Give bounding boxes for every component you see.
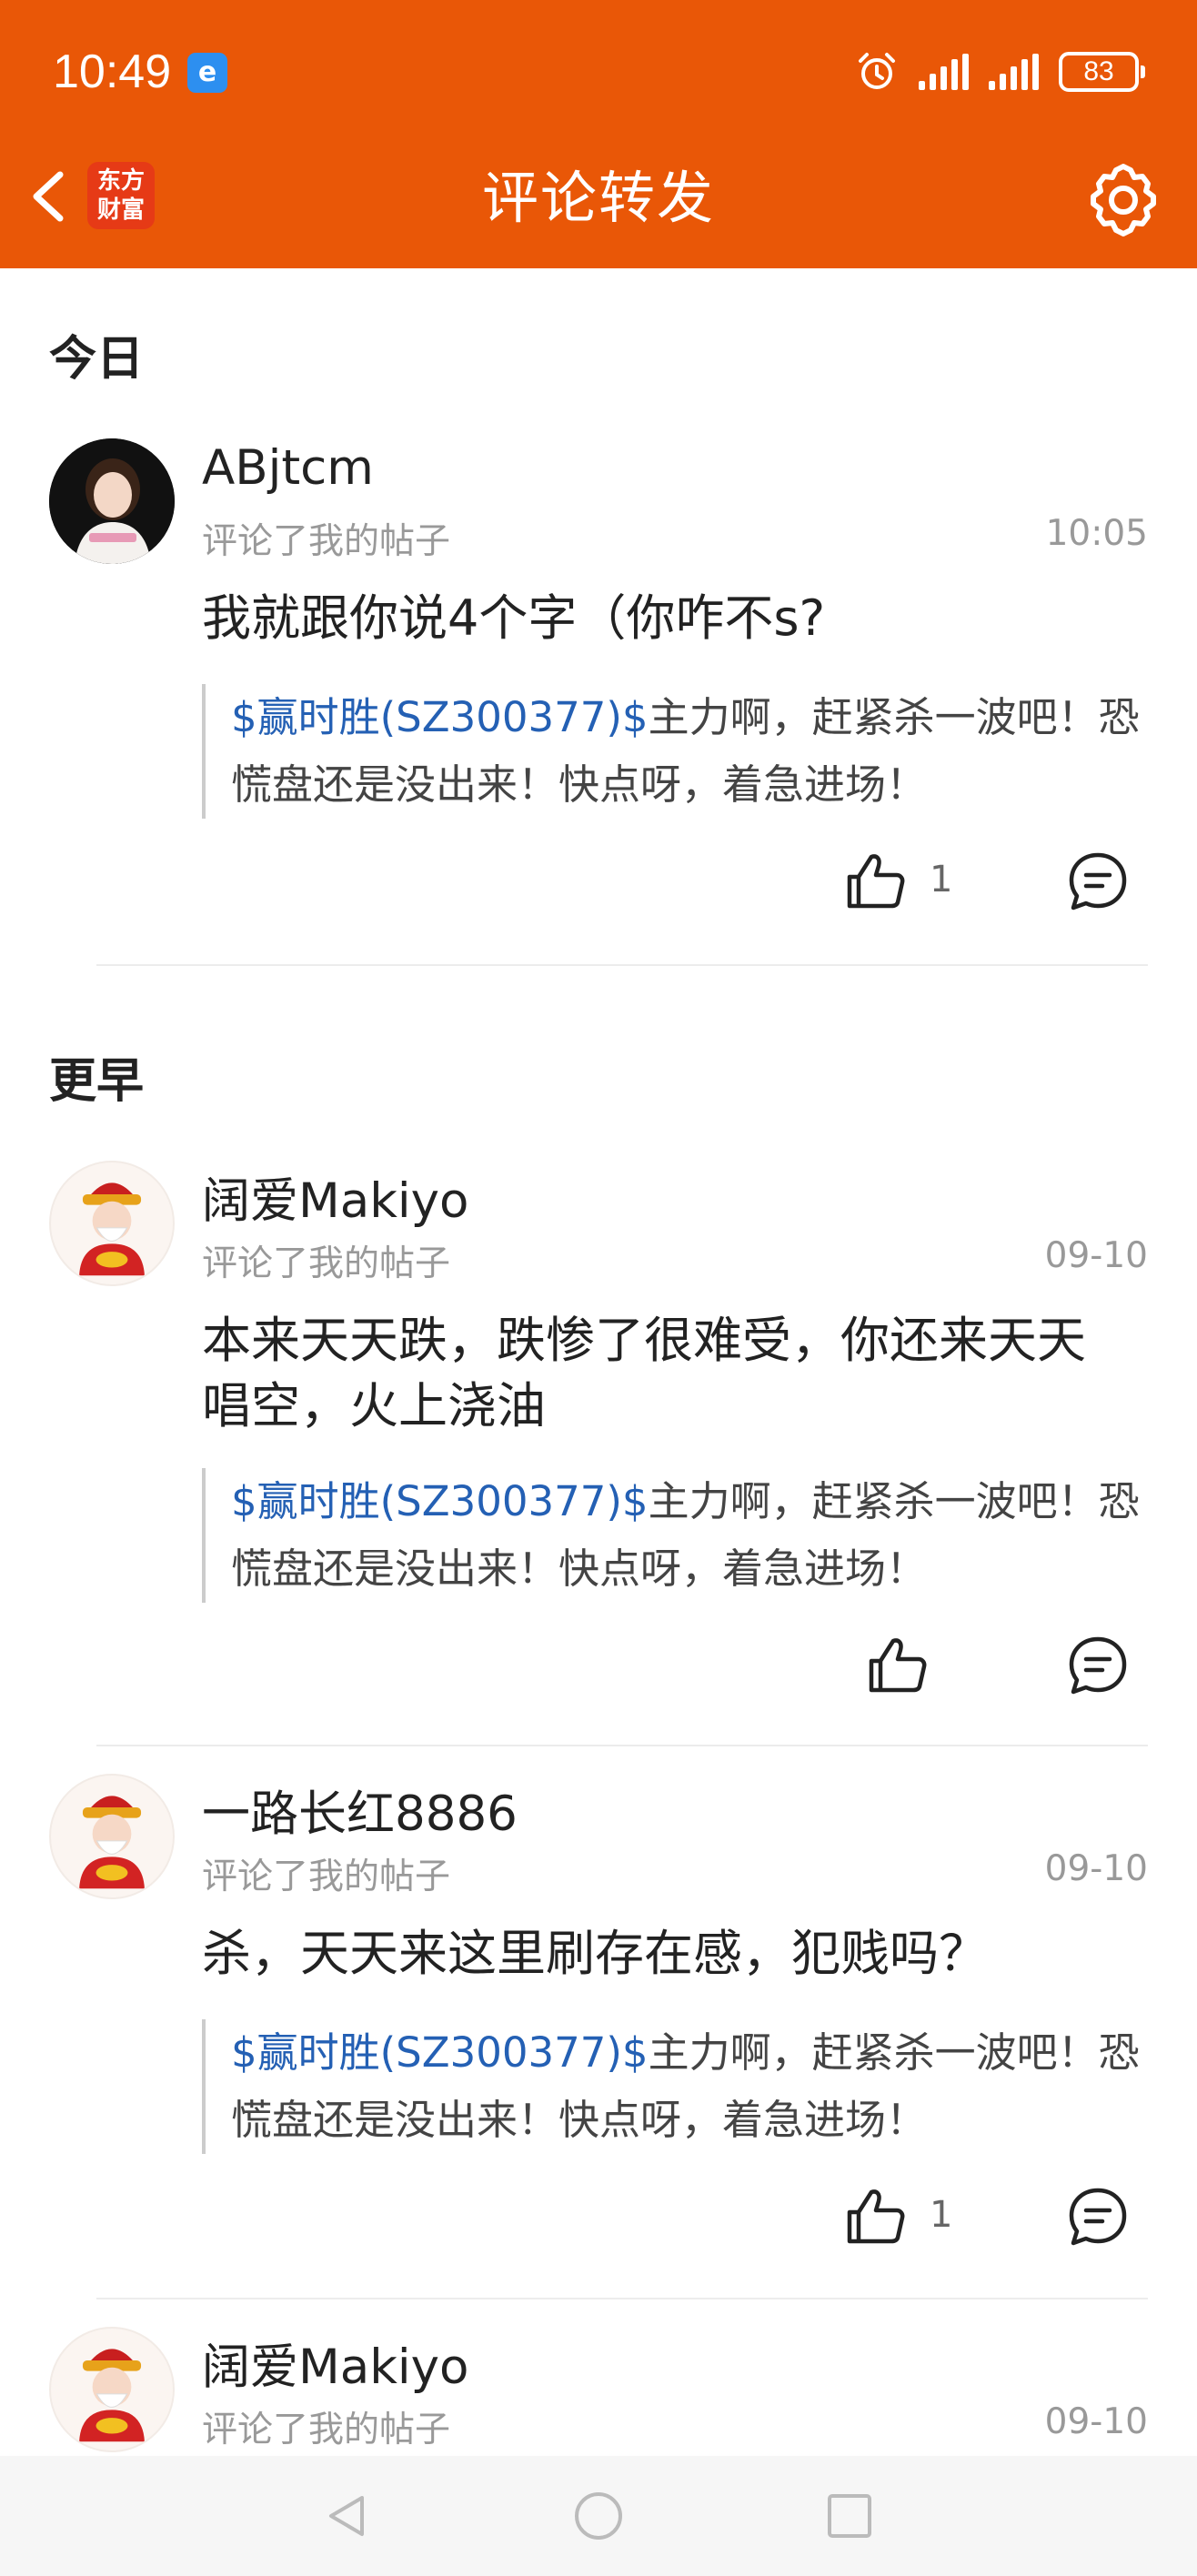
gear-icon[interactable] — [1082, 159, 1164, 241]
comment-text: 我就跟你说4个字（你咋不s? — [202, 589, 826, 647]
quoted-post[interactable]: $赢时胜(SZ300377)$主力啊，赶紧杀一波吧！恐慌盘还是没出来！快点呀，着… — [202, 1468, 1148, 1603]
comment-bubble-icon[interactable] — [1066, 850, 1130, 913]
timestamp: 09-10 — [1044, 1848, 1148, 1889]
section-today: 今日 — [49, 332, 145, 387]
stock-link[interactable]: $赢时胜(SZ300377)$ — [231, 1477, 649, 1525]
thumbs-up-icon[interactable] — [844, 2185, 908, 2249]
alarm-icon — [859, 53, 895, 89]
username[interactable]: 阔爱Makiyo — [202, 2329, 468, 2398]
quoted-post[interactable]: $赢时胜(SZ300377)$主力啊，赶紧杀一波吧！恐慌盘还是没出来！快点呀，着… — [202, 2019, 1148, 2154]
fortune-god-avatar-icon — [79, 2349, 145, 2442]
page-title: 评论转发 — [481, 165, 715, 231]
signal-strength-2-icon — [989, 54, 1039, 90]
fortune-god-avatar-icon — [79, 1182, 145, 1276]
fortune-god-avatar-icon — [79, 1796, 145, 1889]
avatar[interactable] — [49, 2327, 175, 2452]
avatar[interactable] — [49, 1161, 175, 1286]
action-text: 评论了我的帖子 — [202, 521, 451, 562]
like-count: 1 — [930, 2194, 953, 2236]
avatar[interactable] — [49, 1774, 175, 1899]
triangle-back-icon[interactable] — [322, 2490, 373, 2541]
stock-link[interactable]: $赢时胜(SZ300377)$ — [231, 693, 649, 741]
username[interactable]: ABjtcm — [202, 440, 374, 496]
action-text: 评论了我的帖子 — [202, 1857, 451, 1897]
battery-icon: 83 — [1059, 52, 1145, 92]
stock-link[interactable]: $赢时胜(SZ300377)$ — [231, 2028, 649, 2077]
timestamp: 09-10 — [1044, 2401, 1148, 2442]
timestamp: 09-10 — [1044, 1235, 1148, 1276]
quoted-post[interactable]: $赢时胜(SZ300377)$主力啊，赶紧杀一波吧！恐慌盘还是没出来！快点呀，着… — [202, 684, 1148, 819]
comment-bubble-icon[interactable] — [1066, 1634, 1130, 1697]
comment-bubble-icon[interactable] — [1066, 2185, 1130, 2249]
thumbs-up-icon[interactable] — [844, 850, 908, 913]
battery-level: 83 — [1083, 56, 1114, 86]
action-text: 评论了我的帖子 — [202, 2410, 451, 2450]
like-count: 1 — [930, 859, 953, 901]
top-bar: 10:49 e 83 东方 财富 评论转发 — [0, 0, 1197, 268]
user-photo-icon — [49, 438, 175, 564]
username[interactable]: 一路长红8886 — [202, 1776, 518, 1845]
status-icons: 83 — [855, 47, 1145, 96]
thumbs-up-icon[interactable] — [866, 1634, 930, 1697]
divider — [96, 1745, 1148, 1746]
browser-app-icon: e — [187, 53, 227, 93]
section-earlier: 更早 — [49, 1054, 145, 1109]
timestamp: 10:05 — [1045, 513, 1148, 554]
divider — [96, 964, 1148, 966]
status-time: 10:49 — [53, 45, 172, 98]
action-text: 评论了我的帖子 — [202, 1243, 451, 1284]
comment-text: 杀，天天来这里刷存在感，犯贱吗？ — [202, 1925, 988, 1982]
comment-text: 本来天天跌，跌惨了很难受，你还来天天唱空，火上浇油 — [202, 1312, 1086, 1434]
circle-home-icon[interactable] — [573, 2490, 624, 2541]
username[interactable]: 阔爱Makiyo — [202, 1162, 468, 1232]
avatar[interactable] — [49, 438, 175, 564]
divider — [96, 2298, 1148, 2299]
square-recent-icon[interactable] — [824, 2490, 875, 2541]
signal-strength-icon — [919, 54, 969, 90]
system-nav-bar — [0, 2456, 1197, 2576]
